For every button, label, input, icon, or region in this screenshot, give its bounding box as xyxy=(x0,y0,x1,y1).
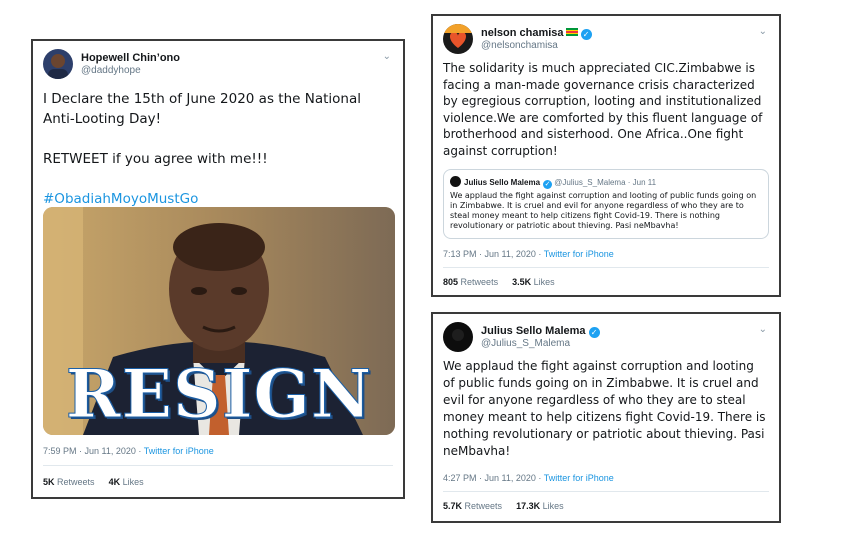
verified-badge-icon: ✓ xyxy=(580,29,592,40)
chevron-down-icon[interactable]: ⌄ xyxy=(759,324,767,335)
retweet-count[interactable]: 5K xyxy=(43,477,55,487)
tweet-card-hopewell[interactable]: Hopewell Chin’ono @daddyhope ⌄ I Declare… xyxy=(31,39,405,499)
tweet-image[interactable]: RESIGN xyxy=(43,207,395,435)
divider xyxy=(443,491,769,492)
quote-avatar xyxy=(450,176,461,187)
quote-handle: @Julius_S_Malema · Jun 11 xyxy=(554,178,657,187)
quoted-tweet[interactable]: Julius Sello Malema ✓ @Julius_S_Malema · … xyxy=(443,169,769,239)
verified-badge-icon: ✓ xyxy=(588,327,600,338)
retweets-label[interactable]: Retweets xyxy=(57,477,95,487)
author-handle[interactable]: @nelsonchamisa xyxy=(481,40,558,51)
author-name-text[interactable]: Julius Sello Malema xyxy=(481,325,586,337)
source-link[interactable]: Twitter for iPhone xyxy=(144,446,214,456)
source-link[interactable]: Twitter for iPhone xyxy=(544,249,614,259)
quote-header: Julius Sello Malema ✓ @Julius_S_Malema · … xyxy=(450,176,656,189)
zimbabwe-flag-icon xyxy=(565,28,578,36)
quote-text: We applaud the fight against corruption … xyxy=(450,191,757,230)
like-count[interactable]: 17.3K xyxy=(516,501,540,511)
timestamp-text[interactable]: 4:27 PM · Jun 11, 2020 · xyxy=(443,473,544,483)
tweet-stats: 5K Retweets 4K Likes xyxy=(43,477,144,487)
like-count[interactable]: 4K xyxy=(109,477,121,487)
retweet-count[interactable]: 805 xyxy=(443,277,458,287)
retweets-label[interactable]: Retweets xyxy=(465,501,503,511)
tweet-text: We applaud the fight against corruption … xyxy=(443,359,770,458)
author-handle[interactable]: @Julius_S_Malema xyxy=(481,338,570,349)
timestamp-text[interactable]: 7:59 PM · Jun 11, 2020 · xyxy=(43,446,144,456)
likes-label[interactable]: Likes xyxy=(123,477,144,487)
tweet-header: nelson chamisa ✓ @nelsonchamisa ⌄ xyxy=(443,24,771,60)
hashtag-link[interactable]: #ObadiahMoyoMustGo xyxy=(43,191,198,207)
author-name[interactable]: Julius Sello Malema ✓ xyxy=(481,325,600,338)
source-link[interactable]: Twitter for iPhone xyxy=(544,473,614,483)
author-name-text[interactable]: nelson chamisa xyxy=(481,27,564,39)
tweet-card-malema[interactable]: Julius Sello Malema ✓ @Julius_S_Malema ⌄ … xyxy=(431,312,781,523)
timestamp-text[interactable]: 7:13 PM · Jun 11, 2020 · xyxy=(443,249,544,259)
tweet-timestamp: 7:59 PM · Jun 11, 2020 · Twitter for iPh… xyxy=(43,446,214,456)
verified-badge-icon: ✓ xyxy=(543,180,553,189)
tweet-timestamp: 7:13 PM · Jun 11, 2020 · Twitter for iPh… xyxy=(443,249,614,259)
resign-overlay-text: RESIGN xyxy=(65,355,373,434)
like-count[interactable]: 3.5K xyxy=(512,277,531,287)
likes-label[interactable]: Likes xyxy=(543,501,564,511)
author-name[interactable]: nelson chamisa ✓ xyxy=(481,27,592,40)
retweet-count[interactable]: 5.7K xyxy=(443,501,462,511)
avatar[interactable] xyxy=(443,24,473,54)
tweet-text: The solidarity is much appreciated CIC.Z… xyxy=(443,61,767,158)
tweet-stats: 5.7K Retweets 17.3K Likes xyxy=(443,501,564,511)
author-name[interactable]: Hopewell Chin’ono xyxy=(81,52,180,64)
tweet-header: Hopewell Chin’ono @daddyhope ⌄ xyxy=(43,49,395,85)
divider xyxy=(43,465,393,466)
tweet-text: I Declare the 15th of June 2020 as the N… xyxy=(43,89,393,209)
chevron-down-icon[interactable]: ⌄ xyxy=(759,26,767,37)
likes-label[interactable]: Likes xyxy=(534,277,555,287)
tweet-text-content: I Declare the 15th of June 2020 as the N… xyxy=(43,91,361,167)
divider xyxy=(443,267,769,268)
tweet-stats: 805 Retweets 3.5K Likes xyxy=(443,277,555,287)
tweet-header: Julius Sello Malema ✓ @Julius_S_Malema ⌄ xyxy=(443,322,771,358)
avatar[interactable] xyxy=(443,322,473,352)
chevron-down-icon[interactable]: ⌄ xyxy=(383,51,391,62)
author-handle[interactable]: @daddyhope xyxy=(81,65,141,76)
avatar[interactable] xyxy=(43,49,73,79)
quote-author-name: Julius Sello Malema xyxy=(464,178,541,187)
retweets-label[interactable]: Retweets xyxy=(461,277,499,287)
tweet-card-chamisa[interactable]: nelson chamisa ✓ @nelsonchamisa ⌄ The sol… xyxy=(431,14,781,297)
tweet-timestamp: 4:27 PM · Jun 11, 2020 · Twitter for iPh… xyxy=(443,473,614,483)
